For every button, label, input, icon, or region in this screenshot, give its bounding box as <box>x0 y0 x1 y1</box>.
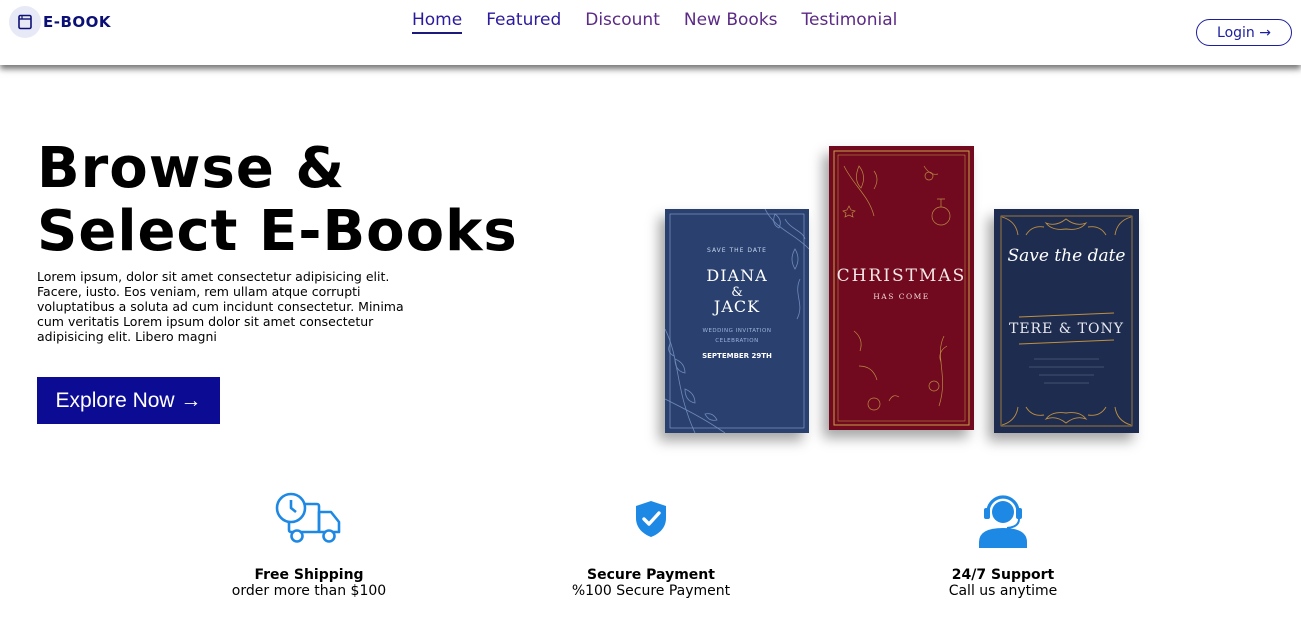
book-1-name-2: JACK <box>713 297 761 316</box>
book-3-names: TERE & TONY <box>1009 321 1124 337</box>
feature-title: Free Shipping <box>254 567 364 583</box>
book-2-title: CHRISTMAS <box>836 266 967 286</box>
nav-new-books[interactable]: New Books <box>684 10 778 34</box>
shield-check-icon <box>541 490 761 548</box>
feature-subtitle: %100 Secure Payment <box>571 583 731 599</box>
nav-discount[interactable]: Discount <box>585 10 660 34</box>
book-1-subtitle-1: WEDDING INVITATION <box>702 328 772 334</box>
feature-subtitle: order more than $100 <box>231 583 387 599</box>
floral-ornament <box>665 209 809 433</box>
hero-title: Browse & Select E-Books <box>37 137 518 263</box>
book-1-name-1: DIANA <box>706 266 768 285</box>
book-3-script-text: Save the date <box>1007 246 1126 266</box>
feature-title: Secure Payment <box>587 567 715 583</box>
book-1-date: SEPTEMBER 29TH <box>702 352 772 360</box>
book-cover-tere-tony[interactable]: Save the date TERE & TONY <box>994 209 1139 433</box>
gold-frame-ornament <box>833 150 970 426</box>
delivery-truck-clock-icon <box>199 490 419 548</box>
explore-now-button[interactable]: Explore Now → <box>37 377 220 424</box>
main-nav: Home Featured Discount New Books Testimo… <box>412 10 921 34</box>
book-1-top-text: SAVE THE DATE <box>707 247 767 254</box>
logo[interactable]: E-BOOK <box>9 6 111 38</box>
headset-support-icon <box>893 490 1113 548</box>
feature-subtitle: Call us anytime <box>948 583 1058 599</box>
book-cover-christmas[interactable]: CHRISTMAS HAS COME <box>829 146 974 430</box>
feature-support: 24/7 Support Call us anytime <box>893 490 1113 599</box>
book-cover-diana-jack[interactable]: SAVE THE DATE DIANA & JACK WEDDING INVIT… <box>665 209 809 433</box>
logo-text: E-BOOK <box>43 13 112 31</box>
book-2-subtitle: HAS COME <box>873 292 930 301</box>
top-navbar: E-BOOK Home Featured Discount New Books … <box>0 0 1301 65</box>
nav-home[interactable]: Home <box>412 10 463 34</box>
hero-title-line1: Browse & <box>37 136 346 201</box>
nav-featured[interactable]: Featured <box>486 10 561 34</box>
feature-secure-payment: Secure Payment %100 Secure Payment <box>541 490 761 599</box>
login-button[interactable]: Login → <box>1196 19 1292 46</box>
book-icon <box>9 6 41 38</box>
feature-title: 24/7 Support <box>951 567 1055 583</box>
feature-free-shipping: Free Shipping order more than $100 <box>199 490 419 599</box>
hero-description: Lorem ipsum, dolor sit amet consectetur … <box>37 269 404 344</box>
nav-testimonial[interactable]: Testimonial <box>802 10 898 34</box>
hero-title-line2: Select E-Books <box>37 199 518 264</box>
book-1-subtitle-2: CELEBRATION <box>715 338 759 344</box>
